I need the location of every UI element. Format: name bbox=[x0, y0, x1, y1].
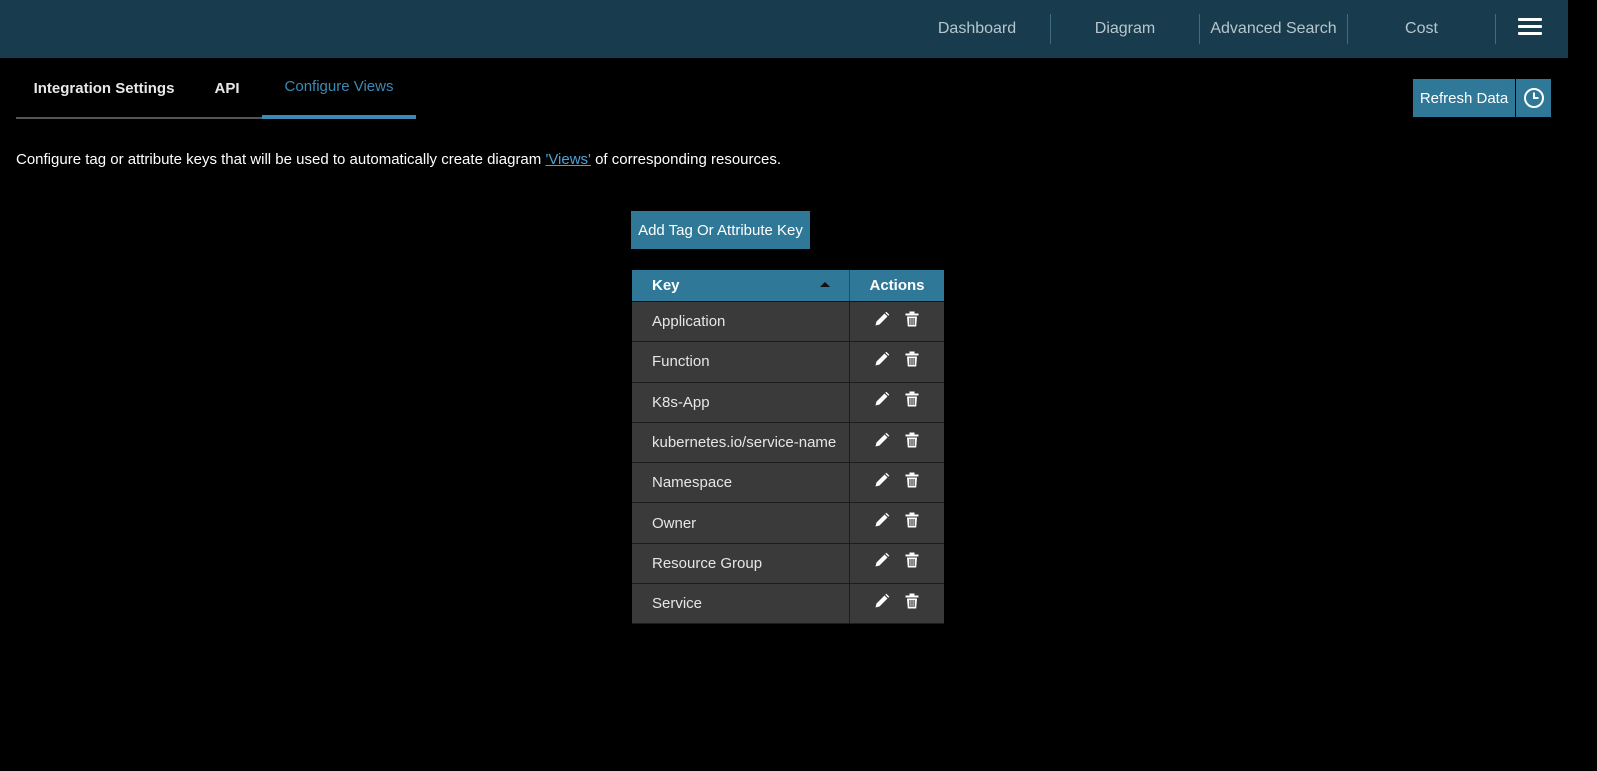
table-row: Resource Group bbox=[632, 543, 944, 585]
trash-icon[interactable] bbox=[904, 391, 920, 407]
pencil-icon[interactable] bbox=[874, 351, 890, 367]
refresh-data-button[interactable]: Refresh Data bbox=[1413, 79, 1515, 117]
key-cell: K8s-App bbox=[632, 382, 850, 422]
pencil-icon[interactable] bbox=[874, 311, 890, 327]
table-body: Application Function K8s-App kubernetes.… bbox=[632, 302, 944, 625]
nav-dashboard[interactable]: Dashboard bbox=[904, 14, 1050, 44]
actions-cell bbox=[850, 302, 944, 341]
table-row: kubernetes.io/service-name bbox=[632, 422, 944, 464]
top-navigation-bar: Dashboard Diagram Advanced Search Cost bbox=[0, 0, 1568, 58]
configure-views-description: Configure tag or attribute keys that wil… bbox=[16, 151, 781, 168]
pencil-icon[interactable] bbox=[874, 512, 890, 528]
actions-header-label: Actions bbox=[869, 277, 925, 294]
hamburger-menu-icon[interactable] bbox=[1518, 18, 1542, 38]
description-text-end: of corresponding resources. bbox=[590, 151, 782, 168]
actions-cell bbox=[850, 584, 944, 623]
table-header: Key Actions bbox=[632, 270, 944, 302]
views-link[interactable]: 'Views' bbox=[545, 151, 590, 168]
add-tag-or-attribute-key-button[interactable]: Add Tag Or Attribute Key bbox=[631, 211, 810, 249]
actions-cell bbox=[850, 503, 944, 542]
tab-configure-views[interactable]: Configure Views bbox=[262, 58, 416, 119]
trash-icon[interactable] bbox=[904, 432, 920, 448]
key-column-header[interactable]: Key bbox=[632, 270, 850, 301]
key-cell: Application bbox=[632, 302, 850, 342]
nav-cost[interactable]: Cost bbox=[1348, 14, 1495, 44]
table-row: Service bbox=[632, 584, 944, 625]
nav-advanced-search[interactable]: Advanced Search bbox=[1200, 14, 1347, 44]
settings-tabs: Integration Settings API Configure Views bbox=[16, 58, 416, 119]
nav-diagram[interactable]: Diagram bbox=[1051, 14, 1199, 44]
trash-icon[interactable] bbox=[904, 351, 920, 367]
trash-icon[interactable] bbox=[904, 472, 920, 488]
key-cell: Service bbox=[632, 584, 850, 624]
actions-cell bbox=[850, 463, 944, 502]
pencil-icon[interactable] bbox=[874, 472, 890, 488]
table-row: Namespace bbox=[632, 463, 944, 504]
table-row: K8s-App bbox=[632, 382, 944, 423]
clock-icon bbox=[1523, 88, 1544, 108]
pencil-icon[interactable] bbox=[874, 552, 890, 568]
tab-integration-settings[interactable]: Integration Settings bbox=[16, 58, 192, 119]
page-scrollbar[interactable] bbox=[1568, 0, 1597, 771]
sort-ascending-icon bbox=[820, 282, 830, 287]
key-cell: Function bbox=[632, 342, 850, 382]
nav-divider bbox=[1495, 14, 1496, 44]
history-button[interactable] bbox=[1516, 79, 1551, 117]
trash-icon[interactable] bbox=[904, 552, 920, 568]
pencil-icon[interactable] bbox=[874, 432, 890, 448]
trash-icon[interactable] bbox=[904, 512, 920, 528]
table-row: Application bbox=[632, 302, 944, 343]
table-row: Owner bbox=[632, 503, 944, 544]
description-text: Configure tag or attribute keys that wil… bbox=[16, 151, 546, 168]
key-header-label: Key bbox=[652, 277, 680, 294]
actions-cell bbox=[850, 544, 944, 583]
key-cell: Owner bbox=[632, 503, 850, 543]
actions-cell bbox=[850, 383, 944, 422]
tab-api[interactable]: API bbox=[192, 58, 262, 119]
key-cell: Resource Group bbox=[632, 543, 850, 584]
pencil-icon[interactable] bbox=[874, 593, 890, 609]
pencil-icon[interactable] bbox=[874, 391, 890, 407]
table-row: Function bbox=[632, 342, 944, 383]
key-cell: kubernetes.io/service-name bbox=[632, 422, 850, 463]
trash-icon[interactable] bbox=[904, 311, 920, 327]
actions-cell bbox=[850, 342, 944, 381]
key-cell: Namespace bbox=[632, 463, 850, 503]
trash-icon[interactable] bbox=[904, 593, 920, 609]
actions-cell bbox=[850, 423, 944, 462]
view-keys-table: Key Actions Application Function K8s-App… bbox=[632, 270, 944, 625]
actions-column-header: Actions bbox=[850, 270, 944, 301]
